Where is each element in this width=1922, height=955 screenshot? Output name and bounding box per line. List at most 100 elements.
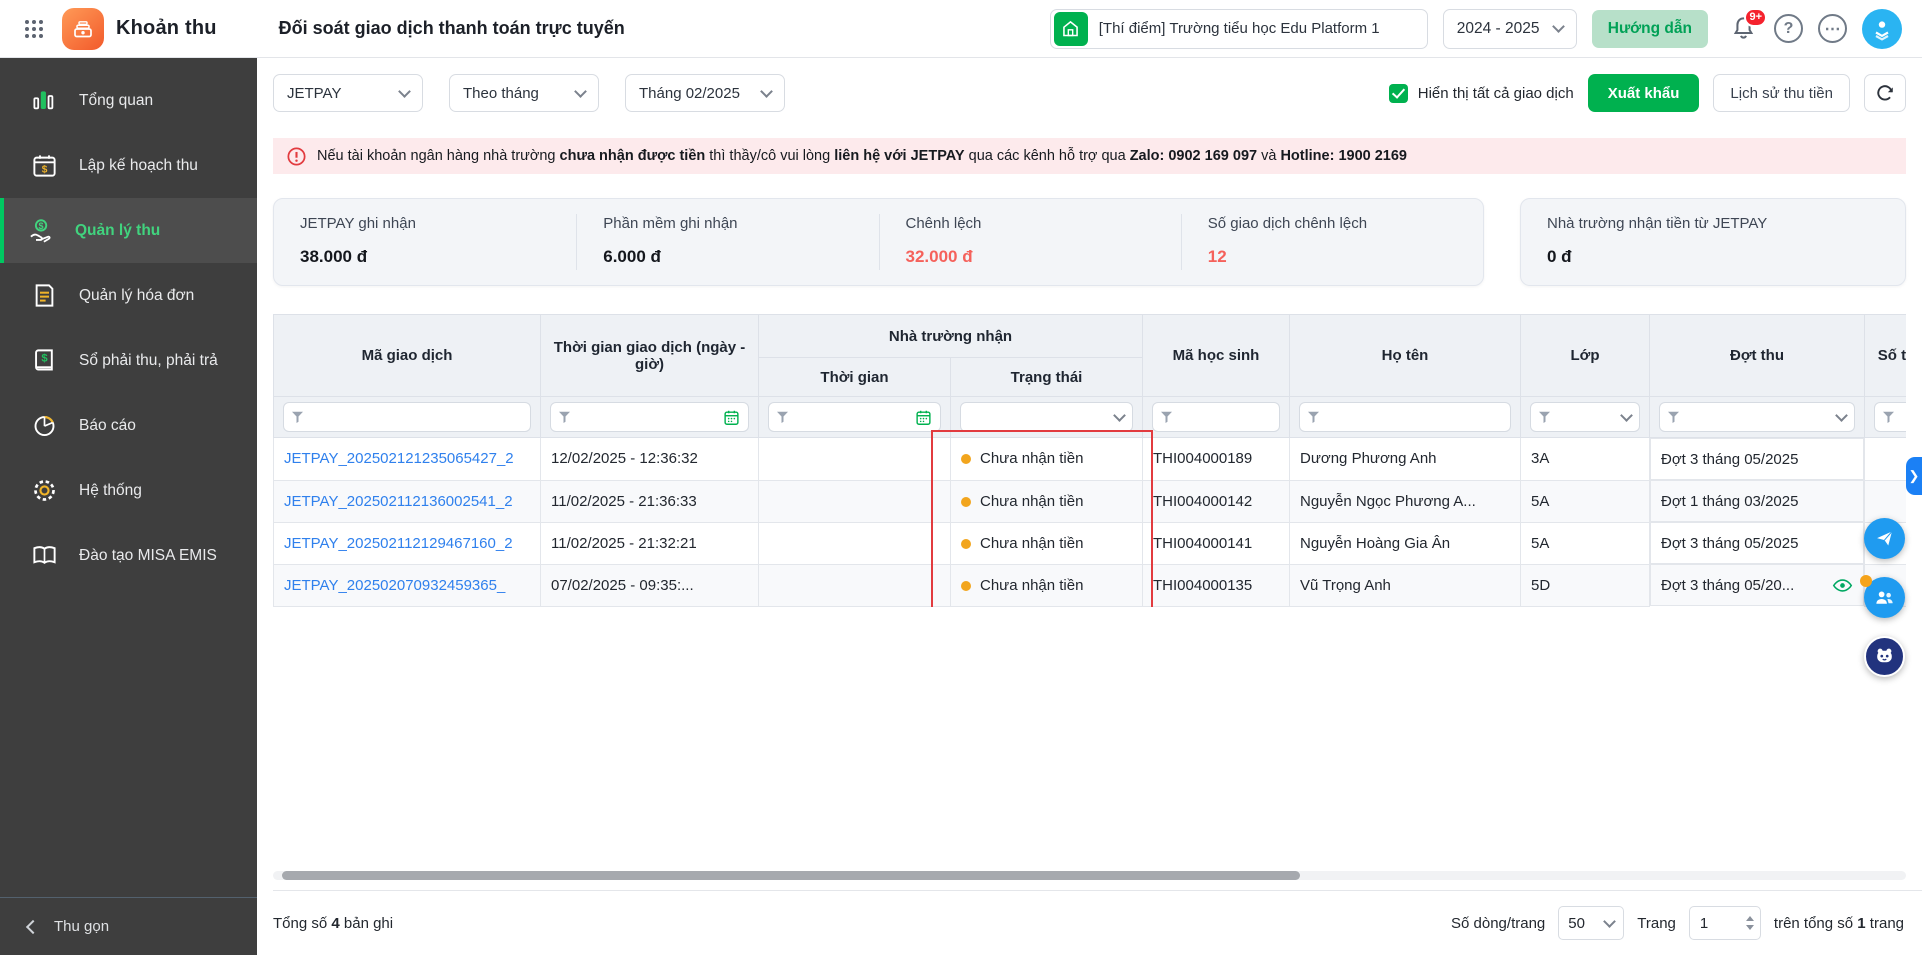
summary-label: Chênh lệch	[906, 215, 1155, 232]
provider-dropdown[interactable]: JETPAY	[273, 74, 423, 112]
summary-section: Số giao dịch chênh lệch 12	[1181, 214, 1483, 270]
chevron-down-icon	[760, 85, 773, 98]
sidebar-item-overview[interactable]: Tổng quan	[0, 68, 257, 133]
receive-status-cell: Chưa nhận tiền	[951, 564, 1143, 606]
class-cell: 5A	[1521, 480, 1650, 522]
history-button[interactable]: Lịch sử thu tiền	[1713, 74, 1850, 112]
sidebar-item-label: Hệ thống	[79, 482, 142, 500]
transaction-id-link[interactable]: JETPAY_202502112136002541_2	[284, 493, 513, 510]
transaction-id-cell: JETPAY_202502121235065427_2	[274, 438, 541, 481]
chevron-down-icon	[1113, 409, 1126, 422]
col-header-amount[interactable]: Số ti	[1865, 315, 1907, 397]
reconciliation-summary-card: JETPAY ghi nhận 38.000 đ Phần mềm ghi nh…	[273, 198, 1484, 286]
page-stepper[interactable]	[1740, 907, 1760, 939]
col-header-batch[interactable]: Đợt thu	[1650, 315, 1865, 397]
summary-row: JETPAY ghi nhận 38.000 đ Phần mềm ghi nh…	[273, 198, 1906, 286]
col-header-class[interactable]: Lớp	[1521, 315, 1650, 397]
filter-receive-status[interactable]	[960, 402, 1133, 432]
col-header-receive-time[interactable]: Thời gian	[759, 358, 951, 397]
transaction-time-cell: 07/02/2025 - 09:35:...	[541, 564, 759, 606]
support-chat-button[interactable]	[1864, 518, 1905, 559]
summary-value: 32.000 đ	[906, 247, 1155, 267]
sidebar-item-training[interactable]: Đào tạo MISA EMIS	[0, 523, 257, 588]
sidebar-item-report[interactable]: Báo cáo	[0, 393, 257, 458]
summary-value: 38.000 đ	[300, 247, 550, 267]
alert-icon	[286, 146, 307, 167]
summary-section: Chênh lệch 32.000 đ	[879, 214, 1181, 270]
rows-per-page-select[interactable]: 50	[1558, 906, 1624, 940]
filter-student-name[interactable]	[1299, 402, 1511, 432]
col-header-student-name[interactable]: Họ tên	[1290, 315, 1521, 397]
school-year-dropdown[interactable]: 2024 - 2025	[1443, 9, 1577, 49]
plan-icon: $	[31, 152, 58, 179]
col-header-receive-status[interactable]: Trạng thái	[951, 358, 1143, 397]
filter-class[interactable]	[1530, 402, 1640, 432]
refresh-button[interactable]	[1864, 74, 1906, 112]
rows-per-page-label: Số dòng/trang	[1451, 915, 1545, 932]
help-button[interactable]: ?	[1774, 14, 1803, 43]
step-up-icon[interactable]	[1746, 916, 1754, 921]
sidebar-item-revenue[interactable]: $ Quản lý thu	[0, 198, 257, 263]
funnel-icon	[1308, 411, 1319, 423]
export-button[interactable]: Xuất khẩu	[1588, 74, 1700, 112]
batch-cell: Đợt 3 tháng 05/2025	[1650, 438, 1864, 480]
period-type-dropdown[interactable]: Theo tháng	[449, 74, 599, 112]
transaction-id-link[interactable]: JETPAY_202502112129467160_2	[284, 535, 513, 552]
sidebar-item-ledger[interactable]: $ Sổ phải thu, phải trả	[0, 328, 257, 393]
horizontal-scrollbar[interactable]	[282, 871, 1300, 880]
funnel-icon	[292, 411, 303, 423]
chevron-down-icon	[398, 85, 411, 98]
school-house-icon	[1054, 12, 1088, 46]
col-header-transaction-id[interactable]: Mã giao dịch	[274, 315, 541, 397]
people-icon	[1873, 586, 1896, 609]
filter-transaction-time[interactable]	[550, 402, 749, 432]
sidebar-item-plan[interactable]: $ Lập kế hoạch thu	[0, 133, 257, 198]
table-row: JETPAY_202502112136002541_2 11/02/2025 - …	[274, 480, 1907, 522]
page-number-input[interactable]: 1	[1689, 906, 1761, 940]
chevron-down-icon	[1620, 409, 1633, 422]
school-selector[interactable]: [Thí điểm] Trường tiểu học Edu Platform …	[1050, 9, 1428, 49]
sidebar-item-invoice[interactable]: Quản lý hóa đơn	[0, 263, 257, 328]
notifications-button[interactable]: 9+	[1727, 13, 1759, 45]
invoice-icon	[31, 282, 58, 309]
guide-button[interactable]: Hướng dẫn	[1592, 10, 1708, 48]
calendar-icon[interactable]	[723, 409, 740, 426]
sidebar-item-system[interactable]: Hệ thống	[0, 458, 257, 523]
transaction-id-link[interactable]: JETPAY_202502070932459365_	[284, 577, 505, 594]
app-grid-icon[interactable]	[20, 15, 48, 43]
main-content: JETPAY Theo tháng Tháng 02/2025 Hiển thị…	[257, 58, 1922, 955]
batch-cell: Đợt 3 tháng 05/20...	[1650, 564, 1864, 606]
filter-student-id[interactable]	[1152, 402, 1280, 432]
calendar-icon[interactable]	[915, 409, 932, 426]
ellipsis-icon: ⋯	[1825, 19, 1841, 39]
col-header-transaction-time[interactable]: Thời gian giao dịch (ngày - giờ)	[541, 315, 759, 397]
class-cell: 5A	[1521, 522, 1650, 564]
period-value-dropdown[interactable]: Tháng 02/2025	[625, 74, 785, 112]
filter-receive-time[interactable]	[768, 402, 941, 432]
ava-assistant-button[interactable]	[1864, 636, 1905, 677]
filter-transaction-id[interactable]	[283, 402, 531, 432]
col-header-student-id[interactable]: Mã học sinh	[1143, 315, 1290, 397]
collapse-sidebar-button[interactable]: Thu gọn	[0, 897, 257, 955]
summary-label: JETPAY ghi nhận	[300, 215, 550, 232]
page-title: Đối soát giao dịch thanh toán trực tuyến	[279, 18, 625, 39]
view-detail-icon[interactable]	[1832, 575, 1853, 596]
student-name-cell: Vũ Trọng Anh	[1290, 564, 1521, 606]
transaction-time-cell: 11/02/2025 - 21:36:33	[541, 480, 759, 522]
filter-batch[interactable]	[1659, 402, 1855, 432]
filter-amount[interactable]	[1874, 402, 1906, 432]
summary-section: Phần mềm ghi nhận 6.000 đ	[576, 214, 878, 270]
expand-panel-tab[interactable]: ❯	[1906, 457, 1922, 495]
community-button[interactable]	[1864, 577, 1905, 618]
page-label: Trang	[1637, 915, 1676, 932]
more-button[interactable]: ⋯	[1818, 14, 1847, 43]
summary-value: 12	[1208, 247, 1457, 267]
transaction-id-link[interactable]: JETPAY_202502121235065427_2	[284, 450, 514, 467]
receive-time-cell	[759, 564, 951, 606]
sidebar-item-label: Tổng quan	[79, 92, 153, 110]
user-avatar[interactable]	[1862, 9, 1902, 49]
step-down-icon[interactable]	[1746, 925, 1754, 930]
refresh-icon	[1874, 82, 1896, 104]
show-all-checkbox[interactable]	[1389, 84, 1408, 103]
period-value: Tháng 02/2025	[639, 85, 740, 102]
